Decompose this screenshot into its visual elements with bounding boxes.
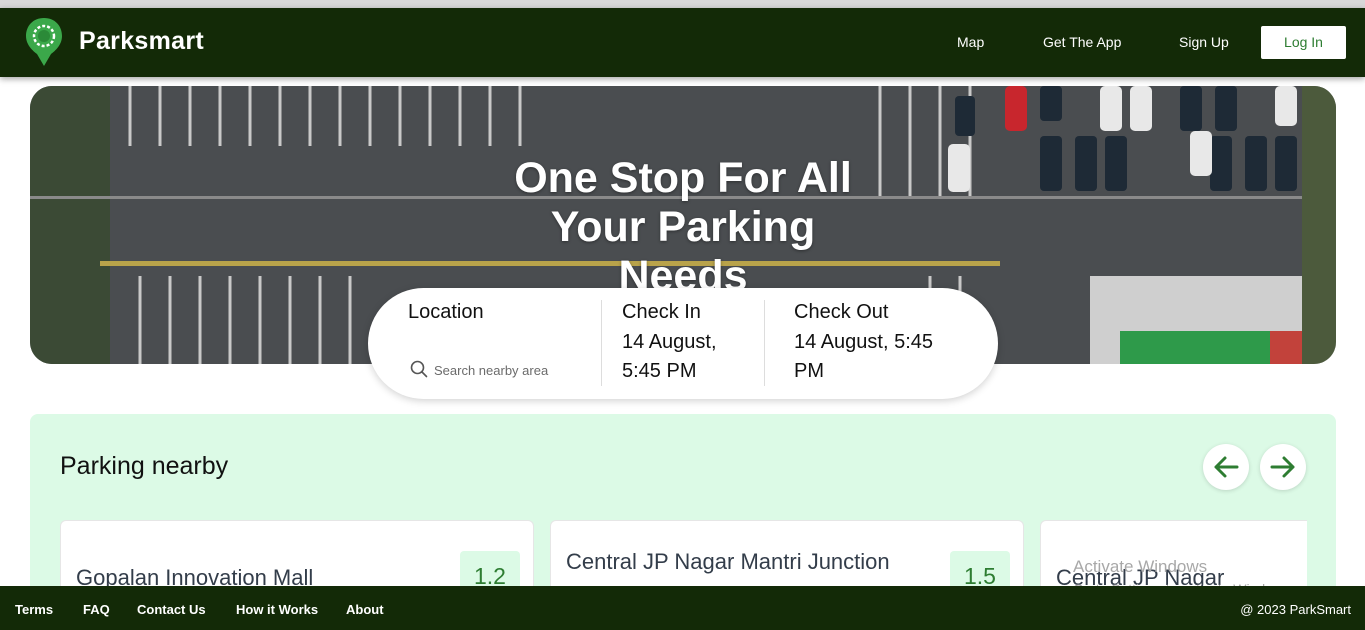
arrow-left-icon xyxy=(1214,456,1239,478)
search-icon xyxy=(410,360,428,378)
search-card: Location Check In 14 August, 5:45 PM Che… xyxy=(368,288,998,399)
checkin-value[interactable]: 14 August, 5:45 PM xyxy=(622,328,747,386)
navbar: Parksmart Map Get The App Sign Up Log In xyxy=(0,8,1365,77)
next-button[interactable] xyxy=(1260,444,1306,490)
checkout-value[interactable]: 14 August, 5:45 PM xyxy=(794,328,954,386)
nav-link-sign-up[interactable]: Sign Up xyxy=(1179,34,1229,50)
parking-name: Central JP Nagar Mantri Junction xyxy=(566,549,890,574)
hero-title: One Stop For All Your Parking Needs xyxy=(514,154,852,300)
login-button[interactable]: Log In xyxy=(1261,26,1346,59)
checkin-label: Check In xyxy=(622,301,701,323)
checkout-label: Check Out xyxy=(794,301,889,323)
brand-name[interactable]: Parksmart xyxy=(79,27,204,56)
section-title: Parking nearby xyxy=(60,452,229,480)
search-input[interactable] xyxy=(434,361,594,379)
footer-link-faq[interactable]: FAQ xyxy=(83,602,110,617)
arrow-right-icon xyxy=(1270,456,1295,478)
divider xyxy=(601,300,602,386)
footer: Terms FAQ Contact Us How it Works About … xyxy=(0,586,1365,630)
footer-link-contact-us[interactable]: Contact Us xyxy=(137,602,206,617)
map-pin-logo-icon[interactable] xyxy=(24,16,64,68)
copyright: @ 2023 ParkSmart xyxy=(1240,602,1351,617)
nav-link-get-the-app[interactable]: Get The App xyxy=(1043,34,1121,50)
activate-windows-title: Activate Windows xyxy=(1073,557,1208,576)
nav-link-map[interactable]: Map xyxy=(957,34,984,50)
footer-link-terms[interactable]: Terms xyxy=(15,602,53,617)
browser-top-strip xyxy=(0,0,1365,8)
location-label: Location xyxy=(408,301,484,323)
prev-button[interactable] xyxy=(1203,444,1249,490)
footer-link-how-it-works[interactable]: How it Works xyxy=(236,602,318,617)
divider xyxy=(764,300,765,386)
footer-link-about[interactable]: About xyxy=(346,602,384,617)
